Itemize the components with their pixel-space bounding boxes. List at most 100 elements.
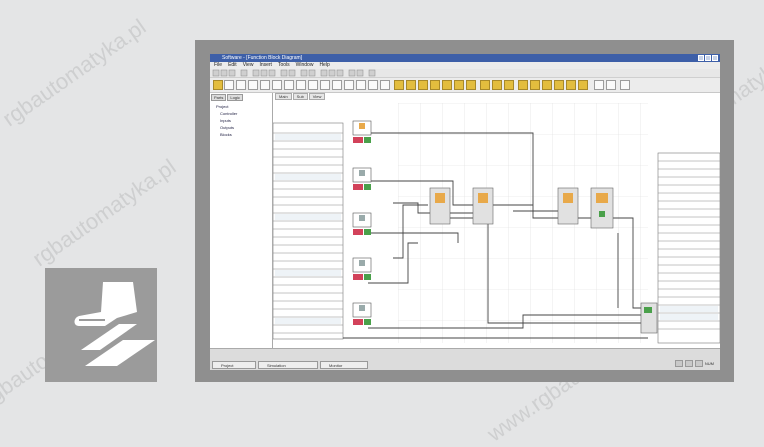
- tree-item[interactable]: Inputs: [210, 118, 272, 123]
- input-block[interactable]: [352, 120, 372, 143]
- minimize-icon[interactable]: [698, 55, 704, 61]
- palette-block-14-icon[interactable]: [554, 80, 564, 90]
- palette-block-12-icon[interactable]: [530, 80, 540, 90]
- run-icon[interactable]: [328, 69, 336, 77]
- palette-block-7-icon[interactable]: [466, 80, 476, 90]
- copy-icon[interactable]: [260, 69, 268, 77]
- function-block[interactable]: [472, 187, 494, 225]
- palette-block-9-icon[interactable]: [492, 80, 502, 90]
- hand-on-device-icon: [45, 268, 157, 382]
- status-tab-simulation[interactable]: Simulation: [258, 361, 318, 369]
- or-block-icon[interactable]: [272, 80, 282, 90]
- status-bar: Project Simulation Monitor NUM: [210, 348, 720, 370]
- status-text: NUM: [704, 361, 714, 366]
- input-label-column: [272, 122, 344, 340]
- status-indicator: [674, 360, 683, 367]
- palette-block-2-icon[interactable]: [406, 80, 416, 90]
- function-block[interactable]: [557, 187, 579, 225]
- watermark-text: rgbautomatyka.pl: [0, 13, 151, 132]
- redo-icon[interactable]: [288, 69, 296, 77]
- tab-parts[interactable]: Parts: [211, 94, 227, 101]
- tree-item[interactable]: Blocks: [210, 132, 272, 137]
- menu-bar: File Edit View Insert Tools Window Help: [210, 62, 720, 69]
- input-block[interactable]: [352, 167, 372, 190]
- status-indicators: NUM: [674, 360, 714, 367]
- tree-item[interactable]: Controller: [210, 111, 272, 116]
- input-block[interactable]: [352, 212, 372, 235]
- palette-block-13-icon[interactable]: [542, 80, 552, 90]
- grid-icon[interactable]: [320, 69, 328, 77]
- palette-block-6-icon[interactable]: [454, 80, 464, 90]
- tab-sub[interactable]: Sub: [292, 93, 308, 100]
- menu-item-help[interactable]: Help: [319, 62, 329, 69]
- menu-item-tools[interactable]: Tools: [278, 62, 290, 69]
- tree-item[interactable]: Project: [210, 104, 272, 109]
- tab-main[interactable]: Main: [275, 93, 292, 100]
- save-icon[interactable]: [228, 69, 236, 77]
- title-bar: Software - [Function Block Diagram]: [210, 54, 720, 62]
- diagram-canvas[interactable]: Main Sub View: [272, 93, 720, 348]
- status-indicator: [694, 360, 703, 367]
- palette-block-3-icon[interactable]: [418, 80, 428, 90]
- menu-item-window[interactable]: Window: [296, 62, 314, 69]
- tree-item[interactable]: Outputs: [210, 125, 272, 130]
- timer-block-icon[interactable]: [296, 80, 306, 90]
- output-block[interactable]: [640, 302, 658, 334]
- palette-block-4-icon[interactable]: [430, 80, 440, 90]
- status-tab-project[interactable]: Project: [212, 361, 256, 369]
- help-icon[interactable]: [368, 69, 376, 77]
- stop-icon[interactable]: [336, 69, 344, 77]
- palette-block-15-icon[interactable]: [566, 80, 576, 90]
- flipflop-block-icon[interactable]: [320, 80, 330, 90]
- function-block-diagram[interactable]: [272, 93, 720, 348]
- palette-block-19-icon[interactable]: [620, 80, 630, 90]
- output-label-column: [657, 152, 720, 344]
- new-file-icon[interactable]: [212, 69, 220, 77]
- palette-block-16-icon[interactable]: [578, 80, 588, 90]
- palette-block-17-icon[interactable]: [594, 80, 604, 90]
- palette-block-11-icon[interactable]: [518, 80, 528, 90]
- settings-icon[interactable]: [356, 69, 364, 77]
- window-title: Software - [Function Block Diagram]: [222, 55, 303, 61]
- palette-block-10-icon[interactable]: [504, 80, 514, 90]
- print-icon[interactable]: [240, 69, 248, 77]
- close-icon[interactable]: [712, 55, 718, 61]
- input-block[interactable]: [352, 302, 372, 325]
- input-block-icon[interactable]: [236, 80, 246, 90]
- comment-tool-icon[interactable]: [368, 80, 378, 90]
- output-block-icon[interactable]: [248, 80, 258, 90]
- function-block[interactable]: [429, 187, 451, 225]
- tab-logic[interactable]: Logic: [227, 94, 243, 101]
- paste-icon[interactable]: [268, 69, 276, 77]
- palette-block-5-icon[interactable]: [442, 80, 452, 90]
- function-block[interactable]: [590, 187, 614, 229]
- counter-block-icon[interactable]: [308, 80, 318, 90]
- watermark-text: rgbautomatyka.pl: [27, 153, 181, 272]
- monitor-icon[interactable]: [348, 69, 356, 77]
- open-icon[interactable]: [220, 69, 228, 77]
- math-block-icon[interactable]: [344, 80, 354, 90]
- select-tool-icon[interactable]: [213, 80, 223, 90]
- cut-icon[interactable]: [252, 69, 260, 77]
- status-tab-monitor[interactable]: Monitor: [320, 361, 368, 369]
- palette-block-8-icon[interactable]: [480, 80, 490, 90]
- zoom-in-icon[interactable]: [300, 69, 308, 77]
- and-block-icon[interactable]: [260, 80, 270, 90]
- input-block[interactable]: [352, 257, 372, 280]
- zoom-out-icon[interactable]: [308, 69, 316, 77]
- compare-block-icon[interactable]: [332, 80, 342, 90]
- project-tree-panel: Parts Logic Project Controller Inputs Ou…: [210, 93, 273, 348]
- not-block-icon[interactable]: [284, 80, 294, 90]
- palette-block-1-icon[interactable]: [394, 80, 404, 90]
- zoom-tool-icon[interactable]: [380, 80, 390, 90]
- menu-item-insert[interactable]: Insert: [259, 62, 272, 69]
- menu-item-view[interactable]: View: [243, 62, 254, 69]
- menu-item-edit[interactable]: Edit: [228, 62, 237, 69]
- wire-tool-icon[interactable]: [224, 80, 234, 90]
- tab-view[interactable]: View: [308, 93, 326, 100]
- undo-icon[interactable]: [280, 69, 288, 77]
- text-tool-icon[interactable]: [356, 80, 366, 90]
- menu-item-file[interactable]: File: [214, 62, 222, 69]
- palette-block-18-icon[interactable]: [606, 80, 616, 90]
- maximize-icon[interactable]: [705, 55, 711, 61]
